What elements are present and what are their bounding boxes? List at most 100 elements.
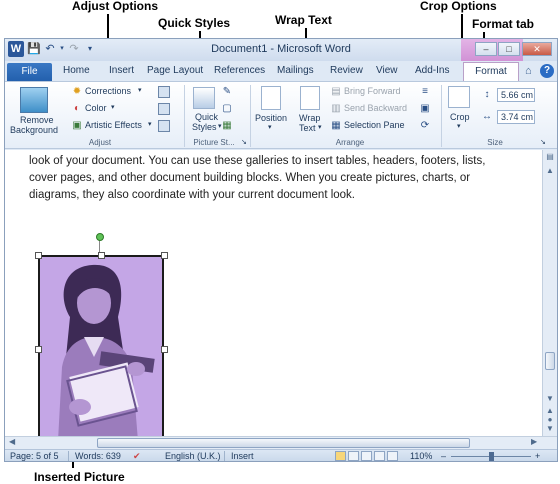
- bring-forward-button[interactable]: Bring Forward: [344, 86, 401, 96]
- scroll-up-icon[interactable]: ▲: [544, 166, 556, 175]
- tab-view[interactable]: View: [376, 65, 398, 76]
- draft-view-button[interactable]: [387, 451, 398, 461]
- selection-pane-button[interactable]: Selection Pane: [344, 120, 405, 130]
- artistic-effects-button[interactable]: Artistic Effects: [85, 120, 142, 130]
- quick-styles-icon[interactable]: [193, 87, 215, 109]
- vertical-scroll-thumb[interactable]: [545, 352, 555, 370]
- previous-page-icon[interactable]: ▲: [544, 406, 556, 415]
- position-icon[interactable]: [261, 86, 281, 110]
- tab-mailings[interactable]: Mailings: [277, 65, 314, 76]
- page-count[interactable]: Page: 5 of 5: [10, 451, 59, 461]
- compress-pictures-icon[interactable]: [158, 86, 170, 98]
- horizontal-scrollbar[interactable]: ◀ ▶: [5, 436, 557, 449]
- zoom-level[interactable]: 110%: [410, 451, 432, 461]
- bring-forward-icon[interactable]: ▤: [330, 86, 342, 98]
- size-launcher-icon[interactable]: ↘: [540, 138, 546, 146]
- select-browse-object-icon[interactable]: ●: [544, 415, 556, 424]
- artistic-effects-icon[interactable]: ▣: [71, 120, 83, 132]
- crop-button[interactable]: Crop: [450, 112, 470, 122]
- wrap-text-label-line1[interactable]: Wrap: [299, 113, 320, 123]
- picture-effects-icon[interactable]: ▢: [221, 103, 233, 115]
- zoom-in-button[interactable]: +: [535, 451, 540, 461]
- inserted-picture[interactable]: [38, 255, 164, 443]
- zoom-slider-thumb[interactable]: [489, 452, 494, 461]
- group-label-arrange: Arrange: [335, 138, 365, 147]
- remove-background-icon[interactable]: [20, 87, 48, 113]
- corrections-button[interactable]: Corrections: [85, 86, 131, 96]
- tab-page-layout[interactable]: Page Layout: [147, 65, 203, 76]
- color-button[interactable]: Color: [85, 103, 107, 113]
- color-icon[interactable]: ◐: [71, 103, 83, 115]
- position-button[interactable]: Position: [255, 113, 287, 123]
- quick-styles-label-line2[interactable]: Styles: [192, 122, 217, 132]
- scroll-down-icon[interactable]: ▼: [544, 394, 556, 403]
- wrap-text-label-line2[interactable]: Text: [299, 123, 316, 133]
- wrap-text-caret[interactable]: ▾: [318, 123, 322, 131]
- scroll-left-icon[interactable]: ◀: [9, 437, 15, 446]
- picture-styles-launcher-icon[interactable]: ↘: [241, 138, 247, 146]
- resize-handle-left[interactable]: [35, 346, 42, 353]
- resize-handle-right[interactable]: [161, 346, 168, 353]
- change-picture-icon[interactable]: [158, 103, 170, 115]
- document-area[interactable]: look of your document. You can use these…: [5, 150, 557, 447]
- shape-height-input[interactable]: 5.66 cm: [497, 88, 535, 102]
- help-icon[interactable]: ?: [540, 64, 554, 78]
- wrap-text-icon[interactable]: [300, 86, 320, 110]
- crop-caret[interactable]: ▾: [457, 122, 461, 130]
- resize-handle-top[interactable]: [98, 252, 105, 259]
- picture-border-icon[interactable]: ✎: [221, 86, 233, 98]
- position-caret[interactable]: ▾: [268, 123, 272, 131]
- tab-references[interactable]: References: [214, 65, 265, 76]
- print-layout-view-button[interactable]: [335, 451, 346, 461]
- reset-picture-icon[interactable]: [158, 120, 170, 132]
- resize-handle-top-right[interactable]: [161, 252, 168, 259]
- shape-width-input[interactable]: 3.74 cm: [497, 110, 535, 124]
- horizontal-scroll-thumb[interactable]: [97, 438, 470, 448]
- minimize-ribbon-icon[interactable]: ⌂: [525, 65, 532, 77]
- tab-add-ins[interactable]: Add-Ins: [415, 65, 449, 76]
- group-label-size: Size: [487, 138, 503, 147]
- tab-home[interactable]: Home: [63, 65, 90, 76]
- close-button[interactable]: ✕: [522, 42, 552, 56]
- send-backward-button[interactable]: Send Backward: [344, 103, 407, 113]
- group-separator: [441, 85, 442, 147]
- callout-wrap-text: Wrap Text: [275, 13, 332, 27]
- web-layout-view-button[interactable]: [361, 451, 372, 461]
- full-screen-view-button[interactable]: [348, 451, 359, 461]
- align-icon[interactable]: ≡: [419, 86, 431, 98]
- resize-handle-top-left[interactable]: [35, 252, 42, 259]
- corrections-icon[interactable]: ✹: [71, 86, 83, 98]
- scroll-right-icon[interactable]: ▶: [531, 437, 537, 446]
- minimize-button[interactable]: –: [475, 42, 497, 56]
- send-backward-icon[interactable]: ▥: [330, 103, 342, 115]
- rotate-icon[interactable]: ⟳: [419, 120, 431, 132]
- selection-pane-icon[interactable]: ▦: [330, 120, 342, 132]
- tab-format[interactable]: Format: [463, 62, 519, 81]
- rotate-handle[interactable]: [96, 233, 104, 241]
- corrections-caret[interactable]: ▾: [138, 86, 142, 94]
- quick-styles-label-line1[interactable]: Quick: [195, 112, 218, 122]
- remove-background-label-line2[interactable]: Background: [10, 125, 58, 135]
- document-body-text[interactable]: look of your document. You can use these…: [29, 153, 524, 204]
- artistic-effects-caret[interactable]: ▾: [148, 120, 152, 128]
- tab-file[interactable]: File: [7, 63, 52, 81]
- zoom-out-button[interactable]: –: [441, 451, 446, 461]
- word-count[interactable]: Words: 639: [75, 451, 121, 461]
- proofing-icon[interactable]: ✔: [133, 451, 141, 461]
- tab-review[interactable]: Review: [330, 65, 363, 76]
- remove-background-label-line1[interactable]: Remove: [20, 115, 54, 125]
- next-page-icon[interactable]: ▼: [544, 424, 556, 433]
- outline-view-button[interactable]: [374, 451, 385, 461]
- ruler-toggle-icon[interactable]: ▤: [544, 152, 556, 161]
- insert-mode[interactable]: Insert: [231, 451, 254, 461]
- color-caret[interactable]: ▾: [111, 103, 115, 111]
- group-objects-icon[interactable]: ▣: [419, 103, 431, 115]
- title-bar: W 💾 ↶ ▾ ↷ ▾ Document1 - Microsoft Word –…: [5, 39, 557, 63]
- picture-layout-icon[interactable]: ▦: [221, 120, 233, 132]
- word-window: W 💾 ↶ ▾ ↷ ▾ Document1 - Microsoft Word –…: [4, 38, 558, 462]
- language[interactable]: English (U.K.): [165, 451, 221, 461]
- tab-insert[interactable]: Insert: [109, 65, 134, 76]
- vertical-scrollbar[interactable]: ▤ ▲ ▼ ▲ ● ▼: [542, 150, 557, 436]
- crop-icon[interactable]: [448, 86, 470, 108]
- maximize-button[interactable]: □: [498, 42, 520, 56]
